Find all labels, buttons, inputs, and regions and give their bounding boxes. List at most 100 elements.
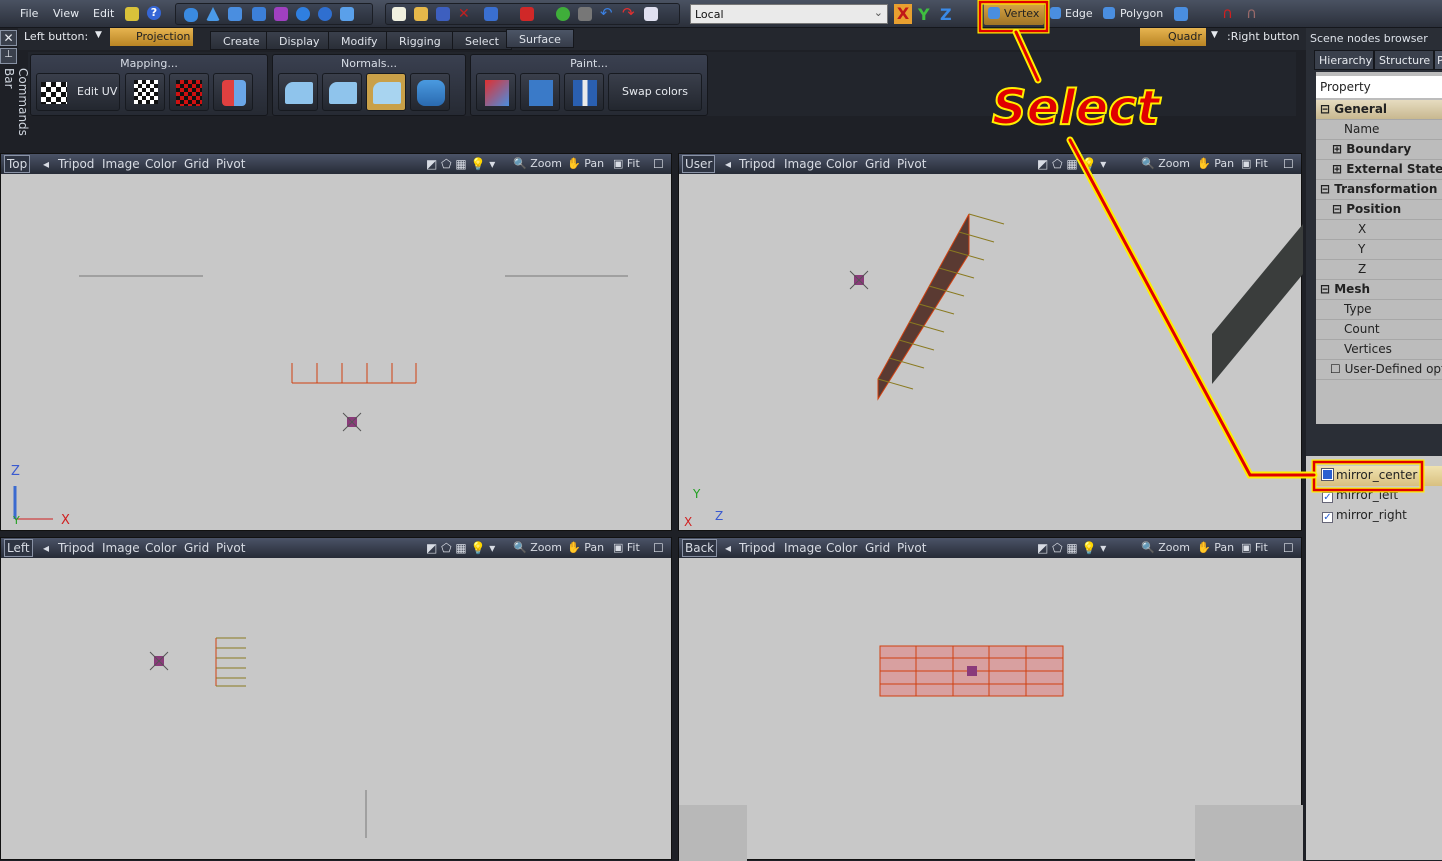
checkbox[interactable]: ✓ bbox=[1322, 512, 1333, 523]
pan-button[interactable]: ✋ Pan bbox=[1197, 541, 1234, 554]
redo-icon[interactable]: ↷ bbox=[622, 6, 636, 21]
maximize-icon[interactable]: ☐ bbox=[653, 541, 664, 555]
menu-tripod[interactable]: Tripod bbox=[739, 541, 775, 555]
scene-node-mirror-center[interactable]: mirror_center bbox=[1322, 468, 1417, 482]
remove-uv-button[interactable] bbox=[125, 73, 165, 111]
property-row[interactable]: Z bbox=[1316, 260, 1442, 280]
import-icon[interactable] bbox=[484, 7, 498, 21]
teapot-icon[interactable] bbox=[340, 7, 354, 21]
flip-normals-button[interactable] bbox=[410, 73, 450, 111]
plane-icon[interactable] bbox=[184, 8, 198, 22]
pan-button[interactable]: ✋ Pan bbox=[567, 541, 604, 554]
chevron-down-icon[interactable]: ▼ bbox=[95, 30, 102, 40]
scene-node-mirror-left[interactable]: ✓ mirror_left bbox=[1322, 488, 1398, 503]
menu-color[interactable]: Color bbox=[826, 541, 857, 555]
fit-button[interactable]: ▣ Fit bbox=[613, 541, 640, 554]
edit-uv-button[interactable]: Edit UV bbox=[36, 73, 120, 111]
axis-y-toggle[interactable]: Y bbox=[918, 5, 930, 24]
magnet-icon[interactable]: ∩ bbox=[1222, 6, 1236, 21]
vertex-mode-button[interactable]: Vertex bbox=[984, 3, 1044, 25]
zoom-button[interactable]: 🔍 Zoom bbox=[1141, 157, 1190, 170]
sphere-icon[interactable] bbox=[296, 7, 310, 21]
property-row[interactable]: X bbox=[1316, 220, 1442, 240]
tab-select[interactable]: Select bbox=[452, 31, 512, 50]
magnet-off-icon[interactable]: ∩ bbox=[1246, 6, 1260, 21]
viewport-top[interactable]: Top ◂ Tripod Image Color Grid Pivot ◩ ⬠ … bbox=[0, 153, 672, 531]
torus-icon[interactable] bbox=[318, 7, 332, 21]
plugin-icon[interactable] bbox=[125, 7, 139, 21]
property-row[interactable]: Vertices bbox=[1316, 340, 1442, 360]
wireframe-icon[interactable]: ◩ ⬠ ▦ 💡 ▾ bbox=[1037, 157, 1106, 171]
property-row[interactable]: ⊞ External State bbox=[1316, 160, 1442, 180]
zoom-button[interactable]: 🔍 Zoom bbox=[1141, 541, 1190, 554]
viewport-back[interactable]: Back ◂ Tripod Image Color Grid Pivot ◩ ⬠… bbox=[678, 537, 1303, 861]
menu-tripod[interactable]: Tripod bbox=[58, 541, 94, 555]
checkbox[interactable]: ✓ bbox=[1322, 492, 1333, 503]
wireframe-icon[interactable]: ◩ ⬠ ▦ 💡 ▾ bbox=[1037, 541, 1106, 555]
property-row[interactable]: ⊞ Boundary bbox=[1316, 140, 1442, 160]
menu-pivot[interactable]: Pivot bbox=[897, 157, 926, 171]
box-icon[interactable] bbox=[228, 7, 242, 21]
menu-tripod[interactable]: Tripod bbox=[58, 157, 94, 171]
menu-pivot[interactable]: Pivot bbox=[216, 541, 245, 555]
new-icon[interactable] bbox=[392, 7, 406, 21]
delete-icon[interactable]: ✕ bbox=[458, 7, 472, 21]
normals-button-1[interactable] bbox=[278, 73, 318, 111]
menu-image[interactable]: Image bbox=[784, 157, 822, 171]
tab-display[interactable]: Display bbox=[266, 31, 333, 50]
fit-button[interactable]: ▣ Fit bbox=[1241, 541, 1268, 554]
property-row[interactable]: ⊟ General bbox=[1316, 100, 1442, 120]
cone-icon[interactable] bbox=[206, 7, 220, 21]
scene-node-mirror-right[interactable]: ✓ mirror_right bbox=[1322, 508, 1407, 523]
property-row[interactable]: ⊟ Transformation bbox=[1316, 180, 1442, 200]
maximize-icon[interactable]: ☐ bbox=[1283, 157, 1294, 171]
viewport-left[interactable]: Left ◂ Tripod Image Color Grid Pivot ◩ ⬠… bbox=[0, 537, 672, 860]
paint-vertex-button[interactable] bbox=[564, 73, 604, 111]
tab-surface[interactable]: Surface bbox=[506, 29, 574, 48]
viewport-name[interactable]: User bbox=[682, 155, 716, 173]
collapse-icon[interactable]: ◂ bbox=[725, 541, 731, 555]
fit-button[interactable]: ▣ Fit bbox=[613, 157, 640, 170]
menu-file[interactable]: File bbox=[20, 7, 38, 20]
zoom-button[interactable]: 🔍 Zoom bbox=[513, 157, 562, 170]
menu-color[interactable]: Color bbox=[145, 541, 176, 555]
right-button-select[interactable]: Quadr bbox=[1140, 28, 1206, 46]
menu-color[interactable]: Color bbox=[826, 157, 857, 171]
menu-color[interactable]: Color bbox=[145, 157, 176, 171]
tab-hierarchy[interactable]: Hierarchy bbox=[1314, 50, 1374, 70]
viewport-user[interactable]: User ◂ Tripod Image Color Grid Pivot ◩ ⬠… bbox=[678, 153, 1303, 531]
menu-grid[interactable]: Grid bbox=[184, 157, 209, 171]
menu-grid[interactable]: Grid bbox=[184, 541, 209, 555]
menu-tripod[interactable]: Tripod bbox=[739, 157, 775, 171]
swap-colors-button[interactable]: Swap colors bbox=[608, 73, 702, 111]
viewport-name[interactable]: Back bbox=[682, 539, 718, 557]
property-row[interactable]: ☐ User-Defined options bbox=[1316, 360, 1442, 380]
undo-icon[interactable]: ↶ bbox=[600, 6, 614, 21]
axis-z-toggle[interactable]: Z bbox=[940, 5, 952, 24]
maximize-icon[interactable]: ☐ bbox=[653, 157, 664, 171]
menu-image[interactable]: Image bbox=[784, 541, 822, 555]
property-row[interactable]: ⊟ Position bbox=[1316, 200, 1442, 220]
maximize-icon[interactable]: ☐ bbox=[1283, 541, 1294, 555]
render-icon[interactable] bbox=[556, 7, 570, 21]
wireframe-icon[interactable]: ◩ ⬠ ▦ 💡 ▾ bbox=[426, 541, 495, 555]
pin-icon[interactable]: ⊥ bbox=[0, 48, 17, 64]
normals-button-2[interactable] bbox=[322, 73, 362, 111]
property-row[interactable]: Count bbox=[1316, 320, 1442, 340]
unwrap-button[interactable] bbox=[213, 73, 253, 111]
checkbox[interactable] bbox=[1322, 469, 1333, 480]
tab-create[interactable]: Create bbox=[210, 31, 273, 50]
coordinate-system-select[interactable]: Local ⌄ bbox=[690, 4, 888, 24]
open-icon[interactable] bbox=[414, 7, 428, 21]
menu-view[interactable]: View bbox=[53, 7, 79, 20]
chevron-down-icon[interactable]: ▼ bbox=[1211, 30, 1218, 40]
skeleton-icon[interactable] bbox=[274, 7, 288, 21]
object-mode-icon[interactable] bbox=[1174, 7, 1188, 21]
save-icon[interactable] bbox=[436, 7, 450, 21]
close-icon[interactable]: ✕ bbox=[0, 30, 17, 46]
texture-icon[interactable] bbox=[578, 7, 592, 21]
menu-pivot[interactable]: Pivot bbox=[216, 157, 245, 171]
checker-texture-button[interactable] bbox=[169, 73, 209, 111]
axis-x-toggle[interactable]: X bbox=[894, 4, 912, 24]
edge-mode-button[interactable]: Edge bbox=[1050, 3, 1098, 25]
